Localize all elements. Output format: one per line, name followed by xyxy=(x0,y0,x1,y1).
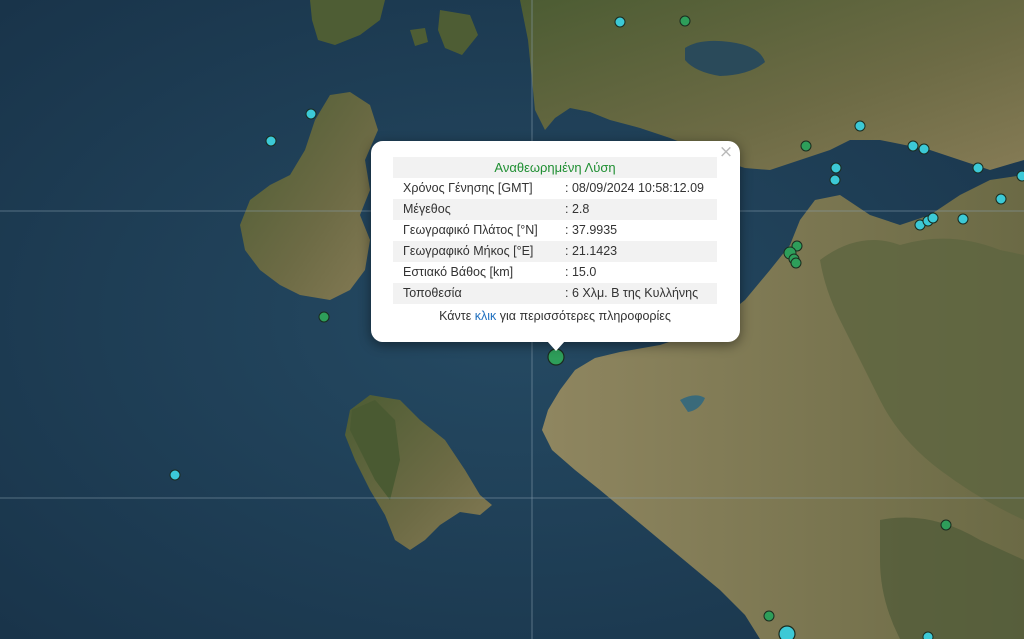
earthquake-info-popup: × Αναθεωρημένη Λύση Χρόνος Γένησης [GMT]… xyxy=(371,141,740,342)
detail-value: : 08/09/2024 10:58:12.09 xyxy=(565,181,705,195)
detail-label: Γεωγραφικό Πλάτος [°N] xyxy=(403,223,538,237)
detail-label: Τοποθεσία xyxy=(403,286,462,300)
earthquake-marker[interactable] xyxy=(614,16,626,28)
detail-row-longitude: Γεωγραφικό Μήκος [°E] : 21.1423 xyxy=(393,241,717,262)
earthquake-marker[interactable] xyxy=(169,469,181,481)
detail-row-origin-time: Χρόνος Γένησης [GMT] : 08/09/2024 10:58:… xyxy=(393,178,717,199)
popup-pointer xyxy=(547,341,565,351)
detail-label: Εστιακό Βάθος [km] xyxy=(403,265,514,279)
earthquake-marker[interactable] xyxy=(972,162,984,174)
detail-row-latitude: Γεωγραφικό Πλάτος [°N] : 37.9935 xyxy=(393,220,717,241)
detail-row-location: Τοποθεσία : 6 Χλμ. Β της Κυλλήνης xyxy=(393,283,717,304)
popup-details-table: Χρόνος Γένησης [GMT] : 08/09/2024 10:58:… xyxy=(393,178,717,304)
earthquake-marker[interactable] xyxy=(918,143,930,155)
earthquake-marker[interactable] xyxy=(318,311,330,323)
more-info-prefix: Κάντε xyxy=(439,309,475,323)
earthquake-marker[interactable] xyxy=(927,212,939,224)
earthquake-marker[interactable] xyxy=(922,631,934,639)
earthquake-marker[interactable] xyxy=(1016,170,1024,182)
earthquake-marker[interactable] xyxy=(679,15,691,27)
detail-label: Μέγεθος xyxy=(403,202,451,216)
earthquake-marker[interactable] xyxy=(790,257,802,269)
more-info-line: Κάντε κλικ για περισσότερες πληροφορίες xyxy=(393,309,717,323)
earthquake-marker[interactable] xyxy=(957,213,969,225)
earthquake-marker[interactable] xyxy=(830,162,842,174)
earthquake-marker[interactable] xyxy=(265,135,277,147)
close-icon[interactable]: × xyxy=(718,144,734,161)
detail-row-magnitude: Μέγεθος : 2.8 xyxy=(393,199,717,220)
earthquake-marker[interactable] xyxy=(763,610,775,622)
detail-value: : 15.0 xyxy=(565,265,597,279)
detail-value: : 6 Χλμ. Β της Κυλλήνης xyxy=(565,286,699,300)
earthquake-marker[interactable] xyxy=(305,108,317,120)
earthquake-marker[interactable] xyxy=(940,519,952,531)
earthquake-marker[interactable] xyxy=(854,120,866,132)
detail-label: Χρόνος Γένησης [GMT] xyxy=(403,181,533,195)
detail-value: : 37.9935 xyxy=(565,223,618,237)
detail-value: : 21.1423 xyxy=(565,244,618,258)
earthquake-marker[interactable] xyxy=(829,174,841,186)
more-info-link[interactable]: κλικ xyxy=(475,309,497,323)
detail-value: : 2.8 xyxy=(565,202,590,216)
detail-row-depth: Εστιακό Βάθος [km] : 15.0 xyxy=(393,262,717,283)
detail-label: Γεωγραφικό Μήκος [°E] xyxy=(403,244,534,258)
earthquake-marker[interactable] xyxy=(995,193,1007,205)
earthquake-marker[interactable] xyxy=(800,140,812,152)
popup-title: Αναθεωρημένη Λύση xyxy=(393,157,717,178)
selected-earthquake-marker[interactable] xyxy=(547,348,565,366)
more-info-suffix: για περισσότερες πληροφορίες xyxy=(496,309,671,323)
earthquake-marker[interactable] xyxy=(907,140,919,152)
earthquake-marker[interactable] xyxy=(778,625,796,639)
